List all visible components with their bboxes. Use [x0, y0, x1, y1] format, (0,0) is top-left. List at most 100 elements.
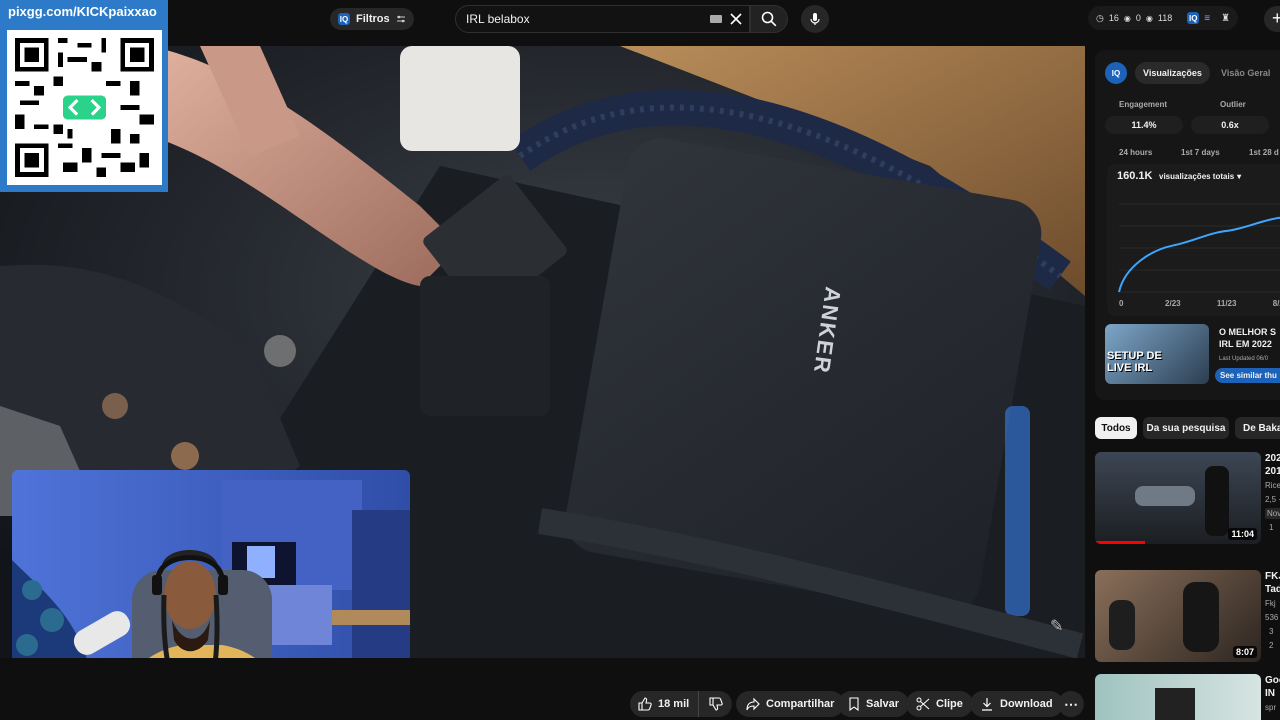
search-icon — [761, 11, 777, 27]
download-button[interactable]: Download — [970, 691, 1063, 717]
video-title: FKJ Tad — [1265, 571, 1280, 595]
promo-thumbnail-text: SETUP DE LIVE IRL — [1107, 350, 1162, 374]
clock-icon: ◷ — [1096, 12, 1104, 23]
save-button[interactable]: Salvar — [838, 691, 910, 717]
promo-title: O MELHOR S IRL EM 2022 — [1219, 327, 1277, 349]
chevron-down-icon: ▾ — [1237, 172, 1242, 181]
tab-visao-geral[interactable]: Visão Geral — [1221, 62, 1270, 84]
video-meta: 536 — [1265, 613, 1279, 622]
thumbs-up-icon — [638, 697, 652, 711]
outlier-label: Outlier — [1220, 100, 1246, 109]
iq-icon: IQ — [338, 13, 350, 25]
video-title: Goo - IN — [1265, 675, 1280, 699]
stat-views-b: 118 — [1157, 13, 1173, 23]
views-line-chart: 0 2/23 11/23 8/24 — [1118, 203, 1280, 308]
chip-da-sua-pesquisa[interactable]: Da sua pesquisa — [1143, 417, 1229, 439]
eye-icon: ◉ — [1145, 13, 1153, 23]
total-views-dropdown[interactable]: visualizações totais ▾ — [1159, 172, 1241, 181]
clear-search-icon[interactable] — [729, 12, 743, 26]
video-thumbnail — [1095, 674, 1261, 720]
share-icon — [746, 697, 760, 711]
keyboard-icon[interactable] — [710, 15, 722, 23]
car-shape — [1135, 486, 1195, 506]
eye-icon: ◉ — [1123, 13, 1131, 23]
stats-bar: ◷ 16 ◉ 0 ◉ 118 IQ ≡ ♜ — [1088, 6, 1239, 30]
top-bar: IQ Filtros ◷ 16 ◉ 0 ◉ 118 IQ ≡ ♜ + — [0, 0, 1280, 46]
chart-x-tick: 11/23 — [1217, 299, 1237, 308]
total-views-value: 160.1K — [1117, 170, 1153, 182]
outlier-value: 0.6x — [1191, 116, 1269, 134]
clip-label: Clipe — [936, 698, 963, 710]
iq-icon[interactable]: IQ — [1187, 12, 1200, 24]
sliders-icon — [396, 15, 405, 23]
stat-likes: 16 — [1108, 13, 1119, 23]
create-button[interactable]: + — [1264, 6, 1280, 32]
list-item[interactable]: Goo - IN spr — [1095, 674, 1280, 720]
like-count: 18 mil — [658, 698, 690, 710]
qr-code — [7, 30, 162, 185]
video-channel: spr — [1265, 703, 1277, 712]
search-button[interactable] — [750, 5, 788, 33]
see-similar-button[interactable]: See similar thu — [1215, 368, 1280, 383]
person-shape — [1109, 600, 1135, 650]
time-range-7d[interactable]: 1st 7 days — [1181, 148, 1220, 157]
save-label: Salvar — [866, 698, 900, 710]
video-meta: 2,5 · — [1265, 495, 1280, 504]
chart-x-tick: 0 — [1119, 299, 1124, 308]
watch-progress — [1095, 541, 1145, 544]
filters-label: Filtros — [356, 13, 390, 25]
time-range-24h[interactable]: 24 hours — [1119, 148, 1152, 157]
total-views-label: visualizações totais — [1159, 172, 1235, 181]
download-icon — [982, 698, 992, 711]
promo-card[interactable]: SETUP DE LIVE IRL O MELHOR S IRL EM 2022… — [1095, 318, 1280, 388]
chip-todos[interactable]: Todos — [1095, 417, 1137, 439]
promo-thumbnail: SETUP DE LIVE IRL — [1105, 324, 1209, 384]
more-actions-button[interactable]: ⋯ — [1058, 691, 1084, 717]
share-label: Compartilhar — [766, 698, 835, 710]
thumbs-down-icon — [709, 697, 723, 711]
engagement-label: Engagement — [1119, 100, 1168, 109]
tab-visualizacoes[interactable]: Visualizações — [1135, 62, 1210, 84]
video-badge: Nov — [1265, 508, 1280, 519]
person-shape — [1205, 466, 1229, 536]
video-title: 202 201 — [1265, 453, 1280, 477]
video-channel: Fkj — [1265, 599, 1276, 608]
share-button[interactable]: Compartilhar — [736, 691, 845, 717]
chip-de-baka[interactable]: De Baka — [1235, 417, 1280, 439]
list-item[interactable]: 8:07 FKJ Tad Fkj 536 3 2 — [1095, 570, 1280, 664]
trophy-icon[interactable]: ♜ — [1221, 13, 1230, 24]
sidebar: IQ Visualizações Visão Geral Engagement … — [1085, 46, 1280, 720]
list-icon[interactable]: ≡ — [1204, 13, 1210, 24]
promo-updated: Last Updated 06/0 — [1219, 356, 1269, 362]
download-label: Download — [1000, 698, 1053, 710]
scissors-icon — [916, 697, 930, 711]
chart-x-tick: 8/24 — [1273, 299, 1280, 308]
book-shape — [1155, 688, 1195, 720]
like-button[interactable]: 18 mil — [630, 691, 700, 717]
video-thumbnail: 11:04 — [1095, 452, 1261, 544]
bookmark-icon — [849, 697, 859, 711]
clip-button[interactable]: Clipe — [906, 691, 973, 717]
watermark-icon: ✎ — [1050, 618, 1064, 635]
qr-code-graphic — [15, 38, 154, 177]
time-range-28d[interactable]: 1st 28 d — [1249, 148, 1279, 157]
video-thumbnail: 8:07 — [1095, 570, 1261, 662]
donation-overlay: pixgg.com/KICKpaixxao — [0, 0, 168, 192]
voice-search-button[interactable] — [801, 5, 829, 33]
stat-views-a: 0 — [1135, 13, 1141, 23]
list-item[interactable]: 11:04 202 201 Rice 2,5 · Nov 1 — [1095, 452, 1280, 546]
microphone-icon — [810, 13, 820, 25]
person-shape — [1183, 582, 1219, 652]
engagement-value: 11.4% — [1105, 116, 1183, 134]
video-duration: 8:07 — [1232, 646, 1257, 658]
donation-url: pixgg.com/KICKpaixxao — [8, 4, 157, 19]
filters-button[interactable]: IQ Filtros — [330, 8, 414, 30]
dislike-button[interactable] — [698, 691, 732, 717]
video-extra: 2 — [1269, 641, 1274, 650]
video-extra: 1 — [1269, 523, 1274, 532]
video-duration: 11:04 — [1228, 528, 1257, 540]
video-badge: 3 — [1269, 627, 1274, 636]
views-series-line — [1118, 216, 1280, 293]
video-channel: Rice — [1265, 481, 1280, 490]
search-input[interactable] — [466, 10, 696, 28]
